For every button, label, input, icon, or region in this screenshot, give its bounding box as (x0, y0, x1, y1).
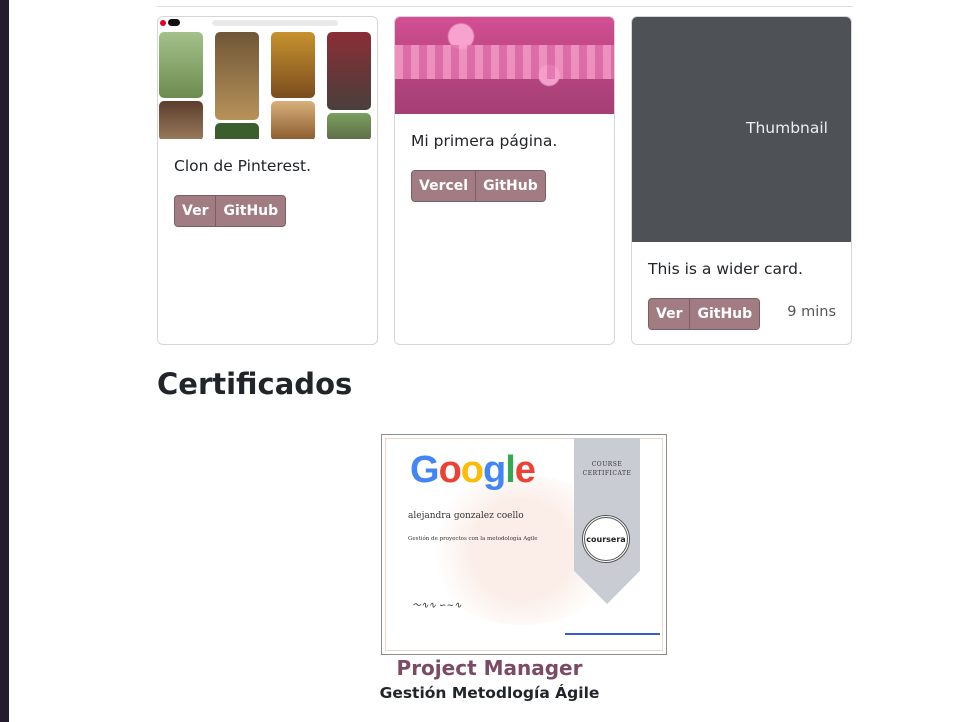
project-card-wide: Thumbnail This is a wider card. Ver GitH… (631, 16, 852, 345)
verify-link (565, 633, 660, 635)
github-button[interactable]: GitHub (689, 299, 760, 329)
home-pill (168, 19, 180, 26)
recipient-name: alejandra gonzalez coello (408, 511, 524, 521)
card-button-group: Ver GitHub (648, 298, 761, 330)
card-text: This is a wider card. (648, 260, 803, 278)
course-name: Gestión de proyectos con la metodología … (408, 536, 538, 542)
seal-text: coursera (586, 535, 626, 544)
project-card-first-page: Mi primera página. Vercel GitHub (394, 16, 615, 345)
vercel-button[interactable]: Vercel (412, 171, 476, 201)
project-card-pinterest: Clon de Pinterest. Ver GitHub (157, 16, 378, 345)
certificate-image[interactable]: Google COURSE CERTIFICATE coursera aleja… (381, 434, 667, 655)
signature: 〜∿∿ ∽∼∿ (412, 601, 462, 611)
section-title-certificados: Certificados (157, 367, 353, 401)
divider (157, 6, 853, 7)
google-logo: Google (410, 449, 536, 491)
github-button[interactable]: GitHub (475, 171, 545, 201)
left-edge-bar (0, 0, 9, 722)
thumbnail-label: Thumbnail (746, 119, 828, 137)
food-tile (159, 32, 203, 98)
card-button-group: Vercel GitHub (411, 170, 546, 202)
pinterest-logo-icon (160, 20, 166, 26)
github-button[interactable]: GitHub (215, 196, 286, 226)
card-button-group: Ver GitHub (174, 195, 287, 227)
food-tile (327, 113, 371, 139)
thumbnail-placeholder: Thumbnail (632, 17, 851, 242)
time-label: 9 mins (787, 304, 836, 320)
food-tile (159, 101, 203, 139)
food-tile (327, 32, 371, 110)
food-tile (215, 32, 259, 120)
ribbon-text: COURSE CERTIFICATE (582, 461, 632, 477)
certificate-subtitle: Gestión Metodlogía Ágile (379, 684, 600, 702)
food-tile (271, 32, 315, 98)
thumb-banner (395, 45, 614, 79)
first-page-thumbnail (395, 17, 614, 114)
thumb-search-bar (212, 20, 338, 26)
thumb-topbar (158, 17, 377, 29)
ver-button[interactable]: Ver (649, 299, 690, 329)
ver-button[interactable]: Ver (175, 196, 216, 226)
card-text: Clon de Pinterest. (174, 157, 312, 175)
pinterest-thumbnail (158, 17, 377, 139)
card-text: Mi primera página. (411, 132, 558, 150)
food-tile (215, 123, 259, 139)
food-tile (271, 101, 315, 139)
certificate-title: Project Manager (396, 656, 583, 680)
